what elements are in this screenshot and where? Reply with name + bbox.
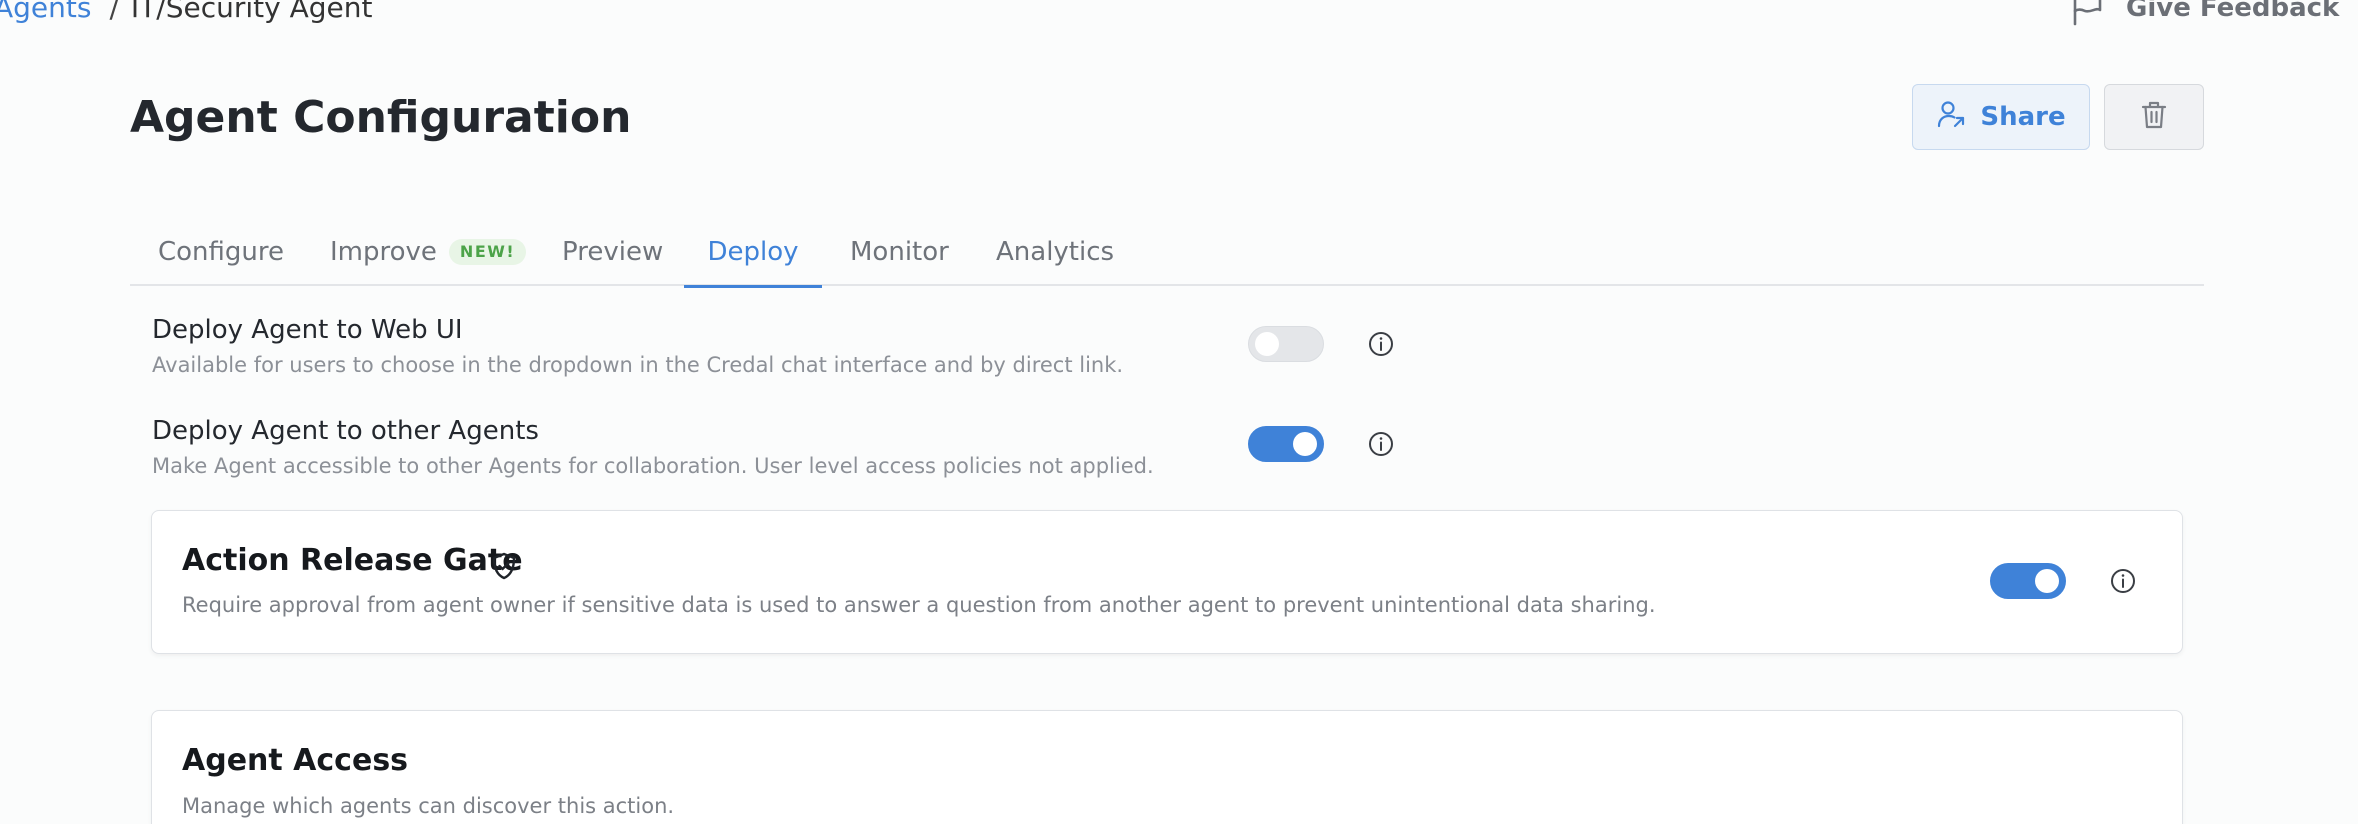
tab-preview[interactable]: Preview bbox=[562, 218, 663, 286]
breadcrumb: Agents / IT/Security Agent bbox=[0, 0, 372, 28]
toggle-knob bbox=[2035, 569, 2059, 593]
tab-bar: Configure Improve NEW! Preview Deploy Mo… bbox=[130, 218, 2204, 288]
info-icon[interactable] bbox=[1368, 431, 1394, 461]
deploy-other-agents-title: Deploy Agent to other Agents bbox=[152, 416, 539, 446]
share-button[interactable]: Share bbox=[1912, 84, 2090, 150]
page-title: Agent Configuration bbox=[130, 92, 632, 143]
deploy-web-ui-description: Available for users to choose in the dro… bbox=[152, 353, 1124, 377]
flag-icon bbox=[2070, 0, 2104, 26]
breadcrumb-agents-link[interactable]: Agents bbox=[0, 0, 91, 24]
share-label: Share bbox=[1980, 102, 2066, 132]
info-icon[interactable] bbox=[1368, 331, 1394, 361]
tab-analytics-label: Analytics bbox=[996, 237, 1115, 267]
deploy-web-ui-title: Deploy Agent to Web UI bbox=[152, 315, 463, 345]
toggle-knob bbox=[1255, 332, 1279, 356]
give-feedback-button[interactable]: Give Feedback bbox=[2070, 0, 2339, 28]
deploy-web-ui-toggle[interactable] bbox=[1248, 326, 1324, 362]
breadcrumb-separator: / bbox=[109, 0, 119, 24]
shield-check-icon bbox=[490, 551, 518, 585]
action-release-gate-toggle[interactable] bbox=[1990, 563, 2066, 599]
toggle-knob bbox=[1293, 432, 1317, 456]
action-release-gate-title: Action Release Gate bbox=[182, 543, 523, 578]
tab-configure[interactable]: Configure bbox=[158, 218, 284, 286]
tab-monitor[interactable]: Monitor bbox=[850, 218, 949, 286]
tab-preview-label: Preview bbox=[562, 237, 664, 267]
user-share-icon bbox=[1936, 99, 1966, 136]
breadcrumb-current: IT/Security Agent bbox=[130, 0, 373, 24]
tab-monitor-label: Monitor bbox=[850, 237, 949, 267]
trash-icon bbox=[2141, 100, 2167, 134]
delete-button[interactable] bbox=[2104, 84, 2204, 150]
agent-access-title: Agent Access bbox=[182, 743, 409, 778]
action-release-gate-card: Action Release Gate Require approval fro… bbox=[151, 510, 2183, 654]
tab-deploy-label: Deploy bbox=[707, 236, 799, 267]
tab-improve-label: Improve bbox=[330, 237, 437, 267]
tab-configure-label: Configure bbox=[158, 237, 285, 267]
info-icon[interactable] bbox=[2110, 568, 2136, 598]
deploy-other-agents-toggle[interactable] bbox=[1248, 426, 1324, 462]
agent-access-description: Manage which agents can discover this ac… bbox=[182, 794, 675, 818]
new-badge: NEW! bbox=[448, 239, 527, 265]
give-feedback-label: Give Feedback bbox=[2126, 0, 2340, 23]
action-release-gate-description: Require approval from agent owner if sen… bbox=[182, 593, 1656, 617]
tab-analytics[interactable]: Analytics bbox=[996, 218, 1114, 286]
deploy-other-agents-description: Make Agent accessible to other Agents fo… bbox=[152, 454, 1154, 478]
tab-deploy[interactable]: Deploy bbox=[684, 218, 822, 288]
tab-improve[interactable]: Improve NEW! bbox=[330, 218, 527, 286]
agent-access-card: Agent Access Manage which agents can dis… bbox=[151, 710, 2183, 824]
